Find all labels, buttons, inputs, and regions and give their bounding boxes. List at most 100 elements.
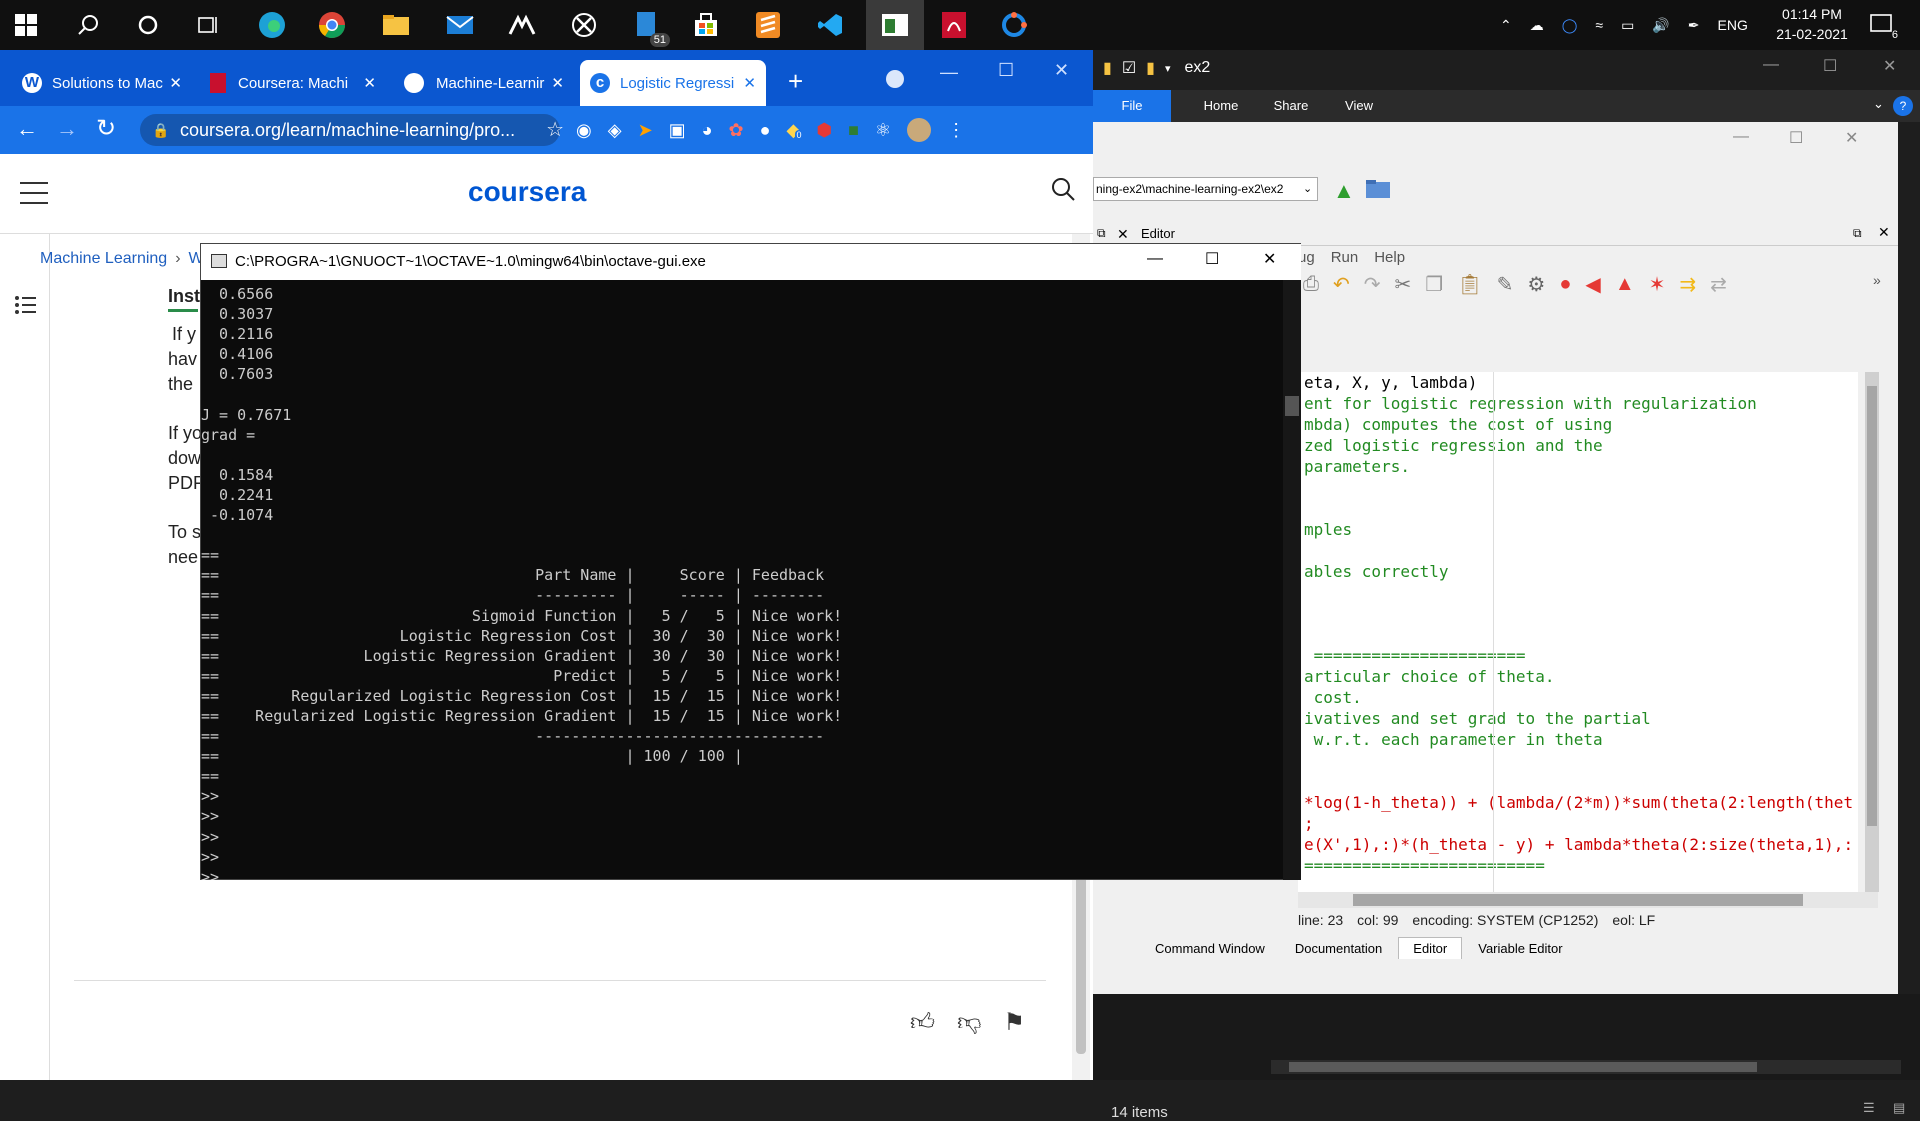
book-extension-icon[interactable]: ■ bbox=[848, 120, 859, 141]
minimize-icon[interactable]: — bbox=[940, 62, 958, 83]
minimize-icon[interactable]: — bbox=[1763, 56, 1779, 74]
paste-icon[interactable]: 📋︎ bbox=[1457, 272, 1482, 297]
properties-icon[interactable]: ☑ bbox=[1122, 58, 1136, 78]
close-window-icon[interactable]: ✕ bbox=[1054, 60, 1069, 81]
new-folder-icon[interactable]: ▮ bbox=[1146, 58, 1155, 78]
copy-icon[interactable]: ❐ bbox=[1425, 272, 1443, 297]
matlab-icon[interactable] bbox=[506, 9, 538, 41]
rocket-extension-icon[interactable]: ➤ bbox=[638, 120, 653, 141]
tab-variable-editor[interactable]: Variable Editor bbox=[1464, 937, 1576, 959]
acrobat-icon[interactable] bbox=[938, 9, 970, 41]
tab-command-window[interactable]: Command Window bbox=[1141, 937, 1279, 959]
url-input[interactable]: 🔒 coursera.org/learn/machine-learning/pr… bbox=[140, 114, 564, 146]
redo-icon[interactable]: ↷ bbox=[1364, 272, 1381, 297]
step-icon[interactable]: ⇄ bbox=[1710, 272, 1727, 297]
tiles-view-icon[interactable]: ▤ bbox=[1893, 1100, 1905, 1116]
pocket-extension-icon[interactable]: ◈ bbox=[608, 120, 622, 141]
menu-help[interactable]: Help bbox=[1374, 249, 1405, 266]
remove-breakpoints-icon[interactable]: ✶ bbox=[1649, 272, 1666, 297]
chevron-up-icon[interactable]: ⌃ bbox=[1500, 17, 1512, 34]
code-editor[interactable]: eta, X, y, lambda) ent for logistic regre… bbox=[1298, 372, 1858, 892]
close-icon[interactable]: ✕ bbox=[363, 74, 376, 92]
list-outline-icon[interactable] bbox=[14, 294, 36, 319]
browse-folder-icon[interactable] bbox=[1365, 178, 1391, 203]
close-icon[interactable]: ✕ bbox=[169, 74, 182, 92]
maximize-icon[interactable]: ☐ bbox=[998, 60, 1014, 81]
coursera-logo[interactable]: coursera bbox=[468, 176, 586, 208]
thumbs-down-icon[interactable]: 👎︎ bbox=[957, 1009, 981, 1037]
ribbon-tab-home[interactable]: Home bbox=[1181, 90, 1261, 122]
hamburger-menu-icon[interactable] bbox=[20, 182, 48, 204]
chevron-down-icon[interactable]: ⌄ bbox=[1873, 96, 1884, 112]
mail-icon[interactable] bbox=[444, 9, 476, 41]
editor-vertical-scrollbar[interactable] bbox=[1865, 372, 1879, 892]
run-file-icon[interactable]: ⇉ bbox=[1679, 272, 1696, 297]
details-view-icon[interactable]: ☰ bbox=[1863, 1100, 1875, 1116]
back-icon[interactable]: ← bbox=[16, 116, 38, 142]
browser-tab[interactable]: Coursera: Machi ✕ bbox=[200, 60, 386, 106]
current-directory-input[interactable]: ning-ex2\machine-learning-ex2\ex2 bbox=[1093, 177, 1318, 201]
pen-icon[interactable]: ✒ bbox=[1688, 17, 1700, 34]
close-window-icon[interactable]: ✕ bbox=[1845, 128, 1858, 148]
undock-icon[interactable]: ⧉ bbox=[1097, 226, 1106, 241]
breadcrumb-link[interactable]: Machine Learning bbox=[40, 250, 167, 268]
clock[interactable]: 01:14 PM 21-02-2021 bbox=[1762, 4, 1862, 44]
language-indicator[interactable]: ENG bbox=[1718, 17, 1748, 33]
speed-extension-icon[interactable]: ◕ bbox=[702, 120, 713, 141]
forward-icon[interactable]: → bbox=[56, 116, 78, 142]
color-extension-icon[interactable]: ✿ bbox=[729, 120, 744, 141]
help-icon[interactable]: ? bbox=[1893, 96, 1913, 116]
onedrive-icon[interactable]: ☁ bbox=[1530, 17, 1544, 34]
close-icon[interactable]: ✕ bbox=[551, 74, 564, 92]
toolbar-overflow-icon[interactable]: » bbox=[1873, 272, 1881, 288]
tab-documentation[interactable]: Documentation bbox=[1281, 937, 1396, 959]
notification-icon[interactable]: 6 bbox=[1870, 13, 1898, 41]
browser-tab[interactable]: Machine-Learnir ✕ bbox=[394, 60, 574, 106]
editor-horizontal-scrollbar[interactable] bbox=[1298, 892, 1878, 908]
ribbon-tab-view[interactable]: View bbox=[1319, 90, 1399, 122]
find-icon[interactable]: ✎ bbox=[1497, 272, 1514, 297]
drop-extension-icon[interactable]: ● bbox=[760, 120, 771, 141]
xbox-icon[interactable] bbox=[568, 9, 600, 41]
puzzle-icon[interactable]: ⚛ bbox=[875, 120, 891, 141]
close-icon[interactable]: ✕ bbox=[1878, 224, 1890, 241]
docs-badge-icon[interactable]: 51 bbox=[630, 9, 670, 47]
octave-icon[interactable] bbox=[998, 9, 1030, 41]
menu-kebab-icon[interactable]: ⋮ bbox=[947, 120, 965, 141]
close-icon[interactable]: ✕ bbox=[743, 74, 756, 92]
console-scroll-thumb[interactable] bbox=[1285, 396, 1299, 416]
vscode-icon[interactable] bbox=[814, 9, 846, 41]
maximize-icon[interactable]: ☐ bbox=[1789, 128, 1803, 148]
undo-icon[interactable]: ↶ bbox=[1333, 272, 1350, 297]
search-icon[interactable] bbox=[1050, 176, 1076, 205]
chrome-icon[interactable] bbox=[316, 9, 348, 41]
parent-directory-icon[interactable]: ▲ bbox=[1333, 178, 1355, 204]
print-icon[interactable]: ⎙ bbox=[1303, 273, 1319, 296]
tab-editor[interactable]: Editor bbox=[1398, 937, 1463, 959]
stop-extension-icon[interactable]: ⬢ bbox=[816, 120, 832, 141]
maximize-icon[interactable]: ☐ bbox=[1205, 249, 1219, 269]
flag-icon[interactable]: ⚑ bbox=[1003, 1008, 1025, 1037]
wifi-icon[interactable]: ≈ bbox=[1595, 17, 1603, 33]
settings-gear-icon[interactable]: ⚙ bbox=[1527, 272, 1545, 297]
minimize-icon[interactable]: — bbox=[1733, 128, 1749, 146]
file-explorer-icon[interactable] bbox=[380, 9, 412, 41]
translate-extension-icon[interactable]: ▣ bbox=[669, 120, 686, 141]
camera-extension-icon[interactable]: ◉ bbox=[576, 120, 592, 141]
close-icon[interactable]: ✕ bbox=[1117, 226, 1129, 243]
chevron-down-icon[interactable]: ⌄ bbox=[1303, 182, 1312, 195]
console-output[interactable]: 0.6566 0.3037 0.2116 0.4106 0.7603 J = 0… bbox=[201, 280, 1281, 880]
explorer-horizontal-scrollbar[interactable] bbox=[1271, 1060, 1901, 1074]
battery-icon[interactable]: ▭ bbox=[1621, 17, 1634, 34]
task-view-icon[interactable] bbox=[192, 9, 224, 41]
new-tab-button[interactable]: + bbox=[788, 66, 803, 97]
console-scrollbar[interactable] bbox=[1283, 280, 1301, 880]
bluetooth-icon[interactable]: ◯ bbox=[1562, 17, 1578, 34]
ribbon-tab-file[interactable]: File bbox=[1093, 90, 1171, 122]
float-icon[interactable]: ⧉ bbox=[1853, 226, 1862, 241]
search-icon[interactable] bbox=[72, 9, 104, 41]
reload-icon[interactable]: ↻ bbox=[96, 114, 116, 143]
thumbs-up-icon[interactable]: 👍︎ bbox=[910, 1009, 935, 1037]
store-icon[interactable] bbox=[690, 9, 722, 41]
next-breakpoint-icon[interactable]: ◀ bbox=[1585, 272, 1600, 297]
